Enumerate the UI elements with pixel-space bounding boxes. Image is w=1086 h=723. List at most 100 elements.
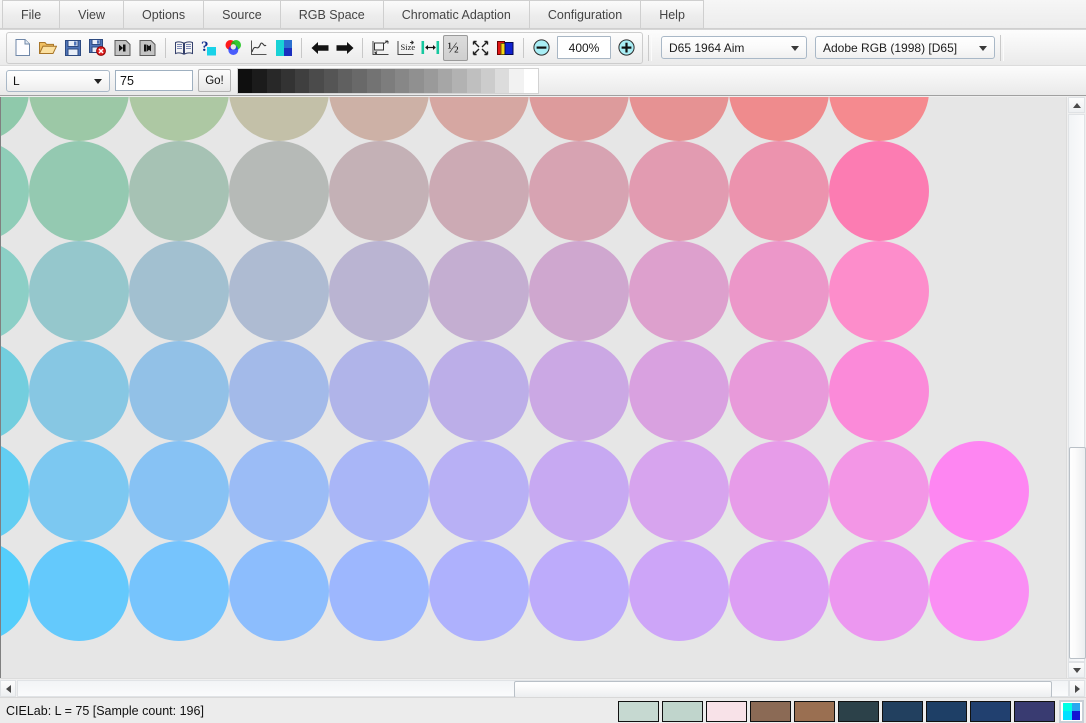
swatch-8[interactable] (926, 700, 967, 722)
color-sample-dot[interactable] (729, 341, 829, 441)
ramp-step[interactable] (295, 68, 310, 93)
go-button[interactable]: Go! (198, 69, 231, 92)
fit-width-icon[interactable] (418, 35, 443, 61)
color-sample-dot[interactable] (529, 141, 629, 241)
color-sample-dot[interactable] (229, 97, 329, 141)
menu-source[interactable]: Source (204, 0, 281, 29)
menu-view[interactable]: View (60, 0, 125, 29)
color-sample-dot[interactable] (529, 441, 629, 541)
luminance-ramp[interactable] (237, 67, 539, 94)
color-sample-dot[interactable] (729, 241, 829, 341)
color-sample-dot[interactable] (29, 97, 129, 141)
swatch-7[interactable] (882, 700, 923, 722)
color-sample-dot[interactable] (329, 241, 429, 341)
zoom-in-button[interactable] (614, 35, 639, 61)
zoom-level-input[interactable]: 400% (557, 36, 611, 59)
color-sample-dot[interactable] (429, 141, 529, 241)
vertical-scroll-track[interactable] (1068, 114, 1086, 662)
swatch-9[interactable] (970, 700, 1011, 722)
menu-help[interactable]: Help (641, 0, 704, 29)
color-sample-dot[interactable] (829, 141, 929, 241)
color-sample-dot[interactable] (929, 541, 1029, 641)
color-sample-dot[interactable] (129, 241, 229, 341)
color-sample-dot[interactable] (429, 341, 529, 441)
color-sample-dot[interactable] (729, 141, 829, 241)
color-sample-dot[interactable] (429, 541, 529, 641)
zoom-out-button[interactable] (529, 35, 554, 61)
color-sample-dot[interactable] (229, 441, 329, 541)
ramp-step[interactable] (337, 68, 353, 93)
help-query-icon[interactable]: ? (196, 35, 221, 61)
ramp-step[interactable] (409, 68, 424, 93)
horizontal-scroll-thumb[interactable] (514, 681, 1052, 698)
color-sample-dot[interactable] (29, 241, 129, 341)
ramp-step[interactable] (366, 68, 381, 93)
axis-value-input[interactable]: 75 (115, 70, 193, 91)
menu-rgb-space[interactable]: RGB Space (280, 0, 384, 29)
ramp-step[interactable] (266, 68, 281, 93)
color-sample-dot[interactable] (329, 441, 429, 541)
swatch-4[interactable] (750, 700, 791, 722)
color-sample-dot[interactable] (829, 97, 929, 141)
ramp-step[interactable] (452, 68, 467, 93)
color-sample-dot[interactable] (829, 241, 929, 341)
vertical-scroll-thumb[interactable] (1069, 447, 1086, 659)
horizontal-scrollbar[interactable] (0, 678, 1086, 698)
ramp-step[interactable] (395, 68, 410, 93)
color-sample-dot[interactable] (129, 341, 229, 441)
color-sample-dot[interactable] (529, 541, 629, 641)
menu-configuration[interactable]: Configuration (529, 0, 642, 29)
swatch-3[interactable] (706, 700, 747, 722)
color-sample-dot[interactable] (729, 97, 829, 141)
color-bars-icon[interactable] (271, 35, 296, 61)
scroll-right-button[interactable] (1069, 680, 1085, 697)
color-sample-dot[interactable] (1, 341, 29, 441)
color-sample-dot[interactable] (329, 341, 429, 441)
color-sample-dot[interactable] (429, 241, 529, 341)
ramp-step[interactable] (495, 68, 510, 93)
half-size-icon[interactable]: ½ (443, 34, 468, 61)
color-sample-dot[interactable] (1, 97, 29, 141)
ramp-step[interactable] (466, 68, 481, 93)
color-sample-dot[interactable] (829, 441, 929, 541)
ramp-step[interactable] (380, 68, 396, 93)
color-sample-dot[interactable] (729, 541, 829, 641)
page-previous-icon[interactable] (110, 35, 135, 61)
color-wheel-icon[interactable] (221, 35, 246, 61)
color-sample-dot[interactable] (529, 241, 629, 341)
swatch-1[interactable] (618, 700, 659, 722)
ramp-step[interactable] (280, 68, 296, 93)
color-sample-dot[interactable] (629, 141, 729, 241)
color-sample-dot[interactable] (529, 341, 629, 441)
color-sample-dot[interactable] (229, 241, 329, 341)
color-sample-dot[interactable] (229, 141, 329, 241)
color-sample-dot[interactable] (329, 97, 429, 141)
color-sample-dot[interactable] (1, 241, 29, 341)
vertical-scrollbar[interactable] (1066, 97, 1086, 679)
ramp-step[interactable] (509, 68, 524, 93)
ramp-step[interactable] (352, 68, 367, 93)
swatch-6[interactable] (838, 700, 879, 722)
book-icon[interactable] (171, 35, 196, 61)
fullscreen-icon[interactable] (468, 35, 493, 61)
ramp-step[interactable] (480, 68, 496, 93)
menu-options[interactable]: Options (124, 0, 205, 29)
ramp-step[interactable] (238, 68, 253, 93)
save-delete-icon[interactable] (85, 35, 110, 61)
color-sample-dot[interactable] (929, 441, 1029, 541)
rgb-space-select[interactable]: Adobe RGB (1998) [D65] (815, 36, 995, 59)
ramp-step[interactable] (309, 68, 324, 93)
ramp-step[interactable] (437, 68, 453, 93)
color-sample-dot[interactable] (29, 341, 129, 441)
color-sample-dot[interactable] (1, 141, 29, 241)
color-sample-dot[interactable] (329, 141, 429, 241)
ramp-step[interactable] (523, 68, 538, 93)
curve-graph-icon[interactable] (246, 35, 271, 61)
color-sample-dot[interactable] (29, 541, 129, 641)
color-sample-dot[interactable] (129, 141, 229, 241)
page-next-icon[interactable] (135, 35, 160, 61)
color-sample-dot[interactable] (329, 541, 429, 641)
color-sample-dot[interactable] (729, 441, 829, 541)
current-color-swatch[interactable] (1059, 699, 1084, 723)
color-sample-dot[interactable] (1, 441, 29, 541)
